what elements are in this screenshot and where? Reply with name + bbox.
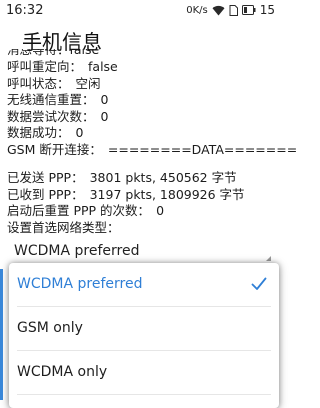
call-redirect-label: 呼叫重定向： [7,59,83,74]
wifi-icon [212,5,225,16]
info-row-call-redirect: 呼叫重定向： false [7,59,277,76]
call-status-value: 空闲 [75,75,101,91]
ppp-sent-value: 3801 pkts, 450562 字节 [89,170,237,185]
ppp-resets-value: 0 [156,203,165,218]
info-row-call-status: 呼叫状态： 空闲 [7,76,277,93]
gsm-disconnect-label: GSM 断开连接： [7,141,102,157]
radio-resets-label: 无线通信重置： [7,92,95,107]
dropdown-option-wcdma-only[interactable]: WCDMA only [9,351,279,395]
option-label: WCDMA only [17,364,108,380]
preferred-network-label: 设置首选网络类型： [7,219,120,235]
info-row-ppp-resets: 启动后重置 PPP 的次数： 0 [7,203,277,220]
gsm-disconnect-value: ========DATA======= [107,141,298,157]
radio-info-list: 消息等待：false 呼叫重定向： false 呼叫状态： 空闲 无线通信重置： 0 … [7,49,297,237]
info-row-data-attempts: 数据尝试次数： 0 [7,109,277,126]
network-type-dropdown: WCDMA preferred GSM only WCDMA only [9,263,279,408]
info-row-ppp-sent: 已发送 PPP： 3801 pkts, 450562 字节 [7,170,277,187]
focus-accent-bar [0,269,3,400]
data-attempts-label: 数据尝试次数： [7,108,95,124]
clipped-text: 消息等待：false [7,49,100,57]
status-bar: 16:32 0K/s 15 [0,0,281,22]
info-row-radio-resets: 无线通信重置： 0 [7,92,277,109]
status-time: 16:32 [6,3,44,18]
option-label: GSM only [17,320,83,336]
ppp-resets-label: 启动后重置 PPP 的次数： [7,203,151,218]
dropdown-option-wcdma-preferred[interactable]: WCDMA preferred [9,263,279,307]
info-row-clipped: 消息等待：false [7,49,277,59]
ppp-received-label: 已收到 PPP： [7,186,84,202]
data-attempts-value: 0 [100,108,109,124]
info-row-preferred-network: 设置首选网络类型： [7,220,277,237]
battery-level: 15 [259,3,275,17]
dropdown-option-gsm-only[interactable]: GSM only [9,307,279,351]
sim-icon [229,4,238,16]
call-redirect-value: false [88,59,118,74]
info-row-gsm-disconnect: GSM 断开连接： ========DATA======= [7,141,297,159]
ppp-sent-label: 已发送 PPP： [7,170,84,185]
spinner-arrow-icon [266,256,271,261]
call-status-label: 呼叫状态： [7,75,70,91]
radio-resets-value: 0 [100,92,109,107]
option-label: WCDMA preferred [17,276,143,292]
divider [17,394,271,395]
data-success-value: 0 [75,125,84,140]
data-success-label: 数据成功： [7,125,70,140]
network-speed: 0K/s [186,4,208,16]
ppp-received-value: 3197 pkts, 1809926 字节 [89,186,245,202]
info-row-data-success: 数据成功： 0 [7,125,277,142]
preferred-network-spinner[interactable]: WCDMA preferred [12,243,274,265]
check-icon [251,277,267,291]
status-icons: 0K/s 15 [186,3,275,17]
info-row-ppp-received: 已收到 PPP： 3197 pkts, 1809926 字节 [7,187,277,204]
spinner-selected-value: WCDMA preferred [14,243,140,259]
battery-icon [241,5,256,15]
